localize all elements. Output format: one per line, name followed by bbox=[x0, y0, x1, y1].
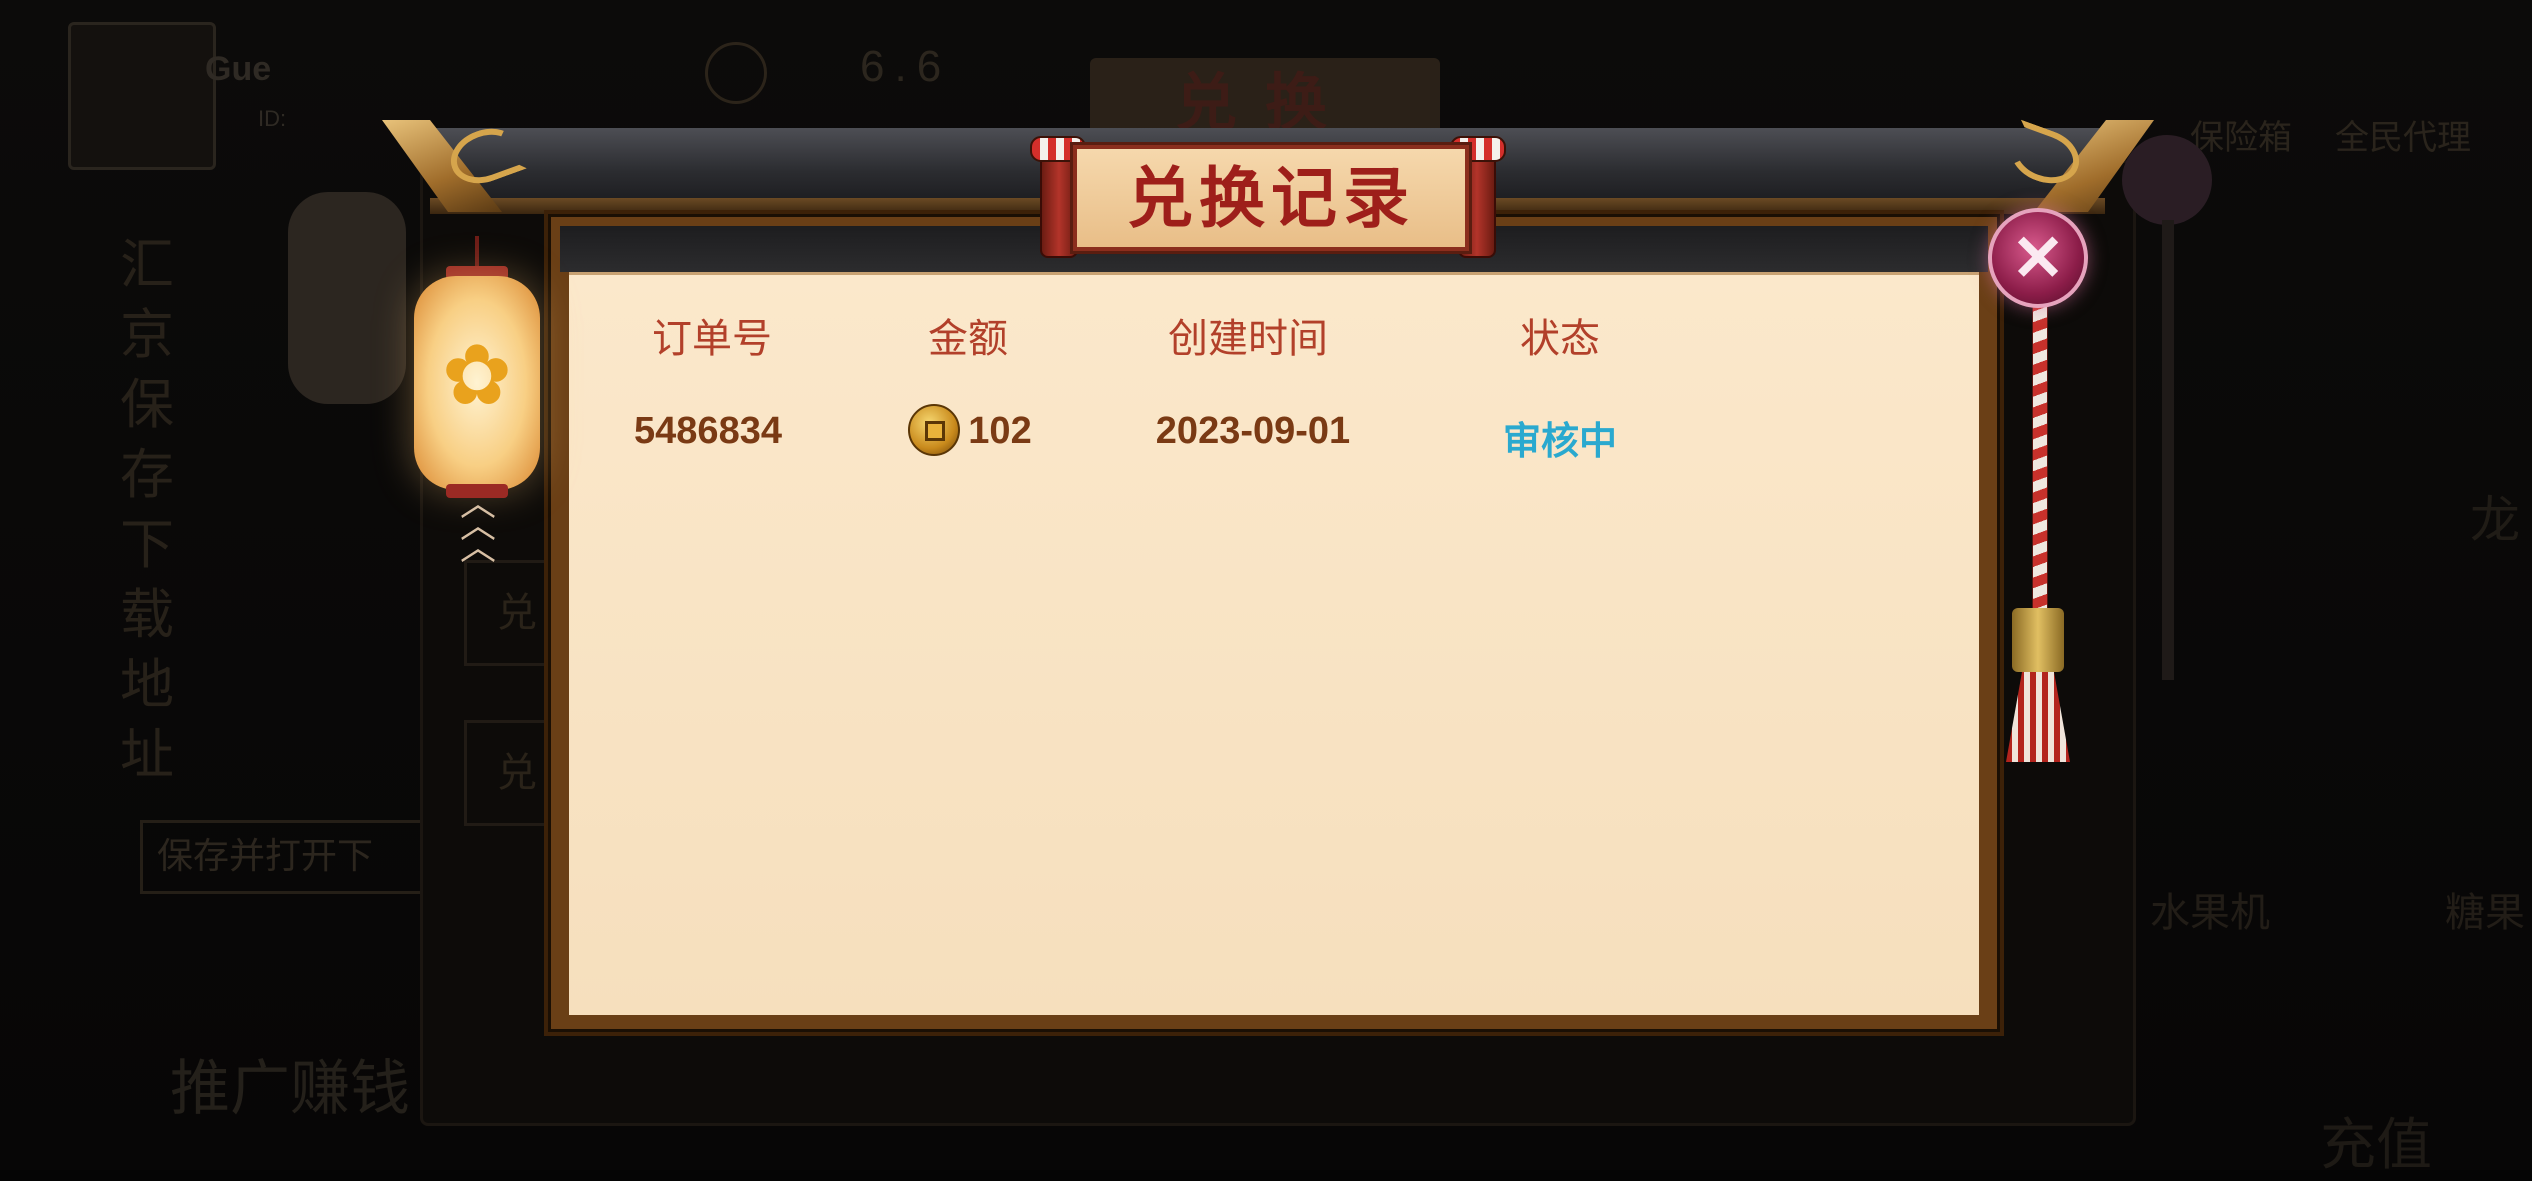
balance-coin-icon bbox=[705, 42, 767, 104]
player-avatar bbox=[68, 22, 216, 170]
balance-value: 6.6 bbox=[860, 42, 952, 91]
game-candy: 糖果 bbox=[2445, 890, 2525, 936]
player-id-label: ID: bbox=[258, 106, 287, 131]
dialog-title: 兑换记录 bbox=[1127, 159, 1415, 237]
cell-order-no: 5486834 bbox=[634, 410, 782, 452]
download-address-banner: 汇京 保存下载地址 bbox=[120, 233, 174, 786]
recharge-button: 充值 bbox=[2320, 1113, 2432, 1178]
scroll-body: 兑换记录 bbox=[1070, 142, 1472, 254]
agency-menu: 全民代理 bbox=[2335, 119, 2471, 157]
column-header-amount: 金额 bbox=[928, 317, 1008, 361]
column-header-created-time: 创建时间 bbox=[1168, 317, 1328, 361]
exchange-record-panel bbox=[569, 272, 1979, 1015]
background-close-icon bbox=[2122, 135, 2212, 225]
coin-icon bbox=[908, 404, 961, 456]
safe-box-menu: 保险箱 bbox=[2190, 119, 2292, 157]
flower-icon: ✿ bbox=[441, 328, 513, 422]
cell-amount-value: 102 bbox=[968, 410, 1032, 453]
lantern-string bbox=[475, 236, 479, 270]
cell-amount: 102 bbox=[870, 404, 1070, 456]
player-name: Gue bbox=[205, 50, 272, 88]
background-lantern-icon bbox=[288, 192, 406, 404]
close-icon: ✕ bbox=[2011, 222, 2065, 294]
open-download-button: 保存并打开下 bbox=[140, 820, 446, 894]
rope-bead bbox=[2012, 608, 2064, 672]
game-dragon: 龙 bbox=[2470, 491, 2520, 549]
column-header-status: 状态 bbox=[1520, 317, 1600, 361]
cell-status: 审核中 bbox=[1502, 421, 1617, 463]
dialog-title-scroll: 兑换记录 bbox=[1030, 136, 1506, 258]
close-button[interactable]: ✕ bbox=[1988, 208, 2088, 308]
promote-button: 推广赚钱 bbox=[170, 1054, 410, 1124]
chevron-up-icon: ︿ ︿ ︿ bbox=[459, 482, 496, 567]
column-header-order-no: 订单号 bbox=[652, 317, 772, 361]
close-rope bbox=[2032, 300, 2048, 622]
cell-created-time: 2023-09-01 bbox=[1155, 410, 1351, 452]
background-rope bbox=[2162, 220, 2174, 680]
game-fruit-machine: 水果机 bbox=[2150, 890, 2270, 936]
